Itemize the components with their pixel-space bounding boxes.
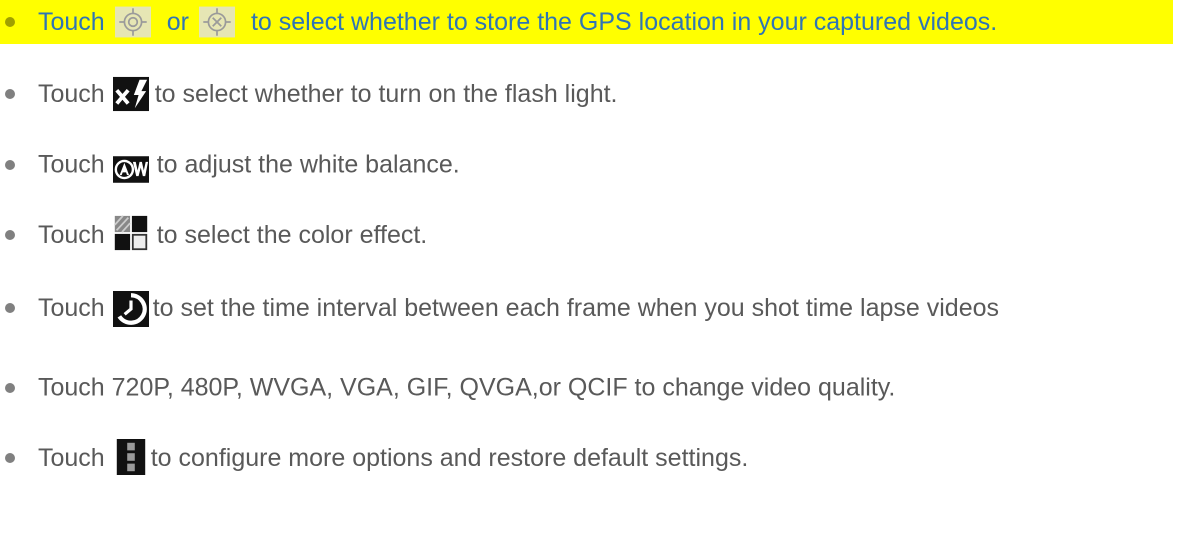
- bullet: [5, 160, 15, 170]
- item-text: to select the color effect.: [156, 220, 428, 249]
- list-item-gps: Touch or to select whether to store the …: [0, 0, 1173, 44]
- touch-label: Touch: [38, 220, 105, 249]
- gps-off-icon: [198, 4, 241, 40]
- settings-instructions-list: Touch or to select whether to store the …: [0, 0, 1179, 537]
- more-options-icon: [113, 439, 145, 477]
- item-text: to configure more options and restore de…: [150, 443, 749, 472]
- flash-off-icon: [112, 76, 151, 112]
- white-balance-auto-icon: [112, 151, 151, 183]
- touch-label: Touch: [38, 293, 105, 322]
- touch-label: Touch: [38, 443, 105, 472]
- touch-label: Touch: [38, 150, 105, 179]
- item-text: Touch 720P, 480P, WVGA, VGA, GIF, QVGA,o…: [38, 373, 896, 402]
- color-effect-icon: [113, 215, 151, 255]
- bullet: [5, 230, 15, 240]
- bullet: [5, 383, 15, 393]
- item-text: to set the time interval between each fr…: [152, 293, 1000, 322]
- or-label: or: [166, 7, 189, 36]
- item-text: to select whether to turn on the flash l…: [154, 79, 618, 108]
- gps-on-icon: [114, 4, 157, 40]
- bullet: [5, 17, 15, 27]
- touch-label: Touch: [38, 7, 105, 36]
- bullet: [5, 303, 15, 313]
- bullet: [5, 89, 15, 99]
- bullet: [5, 453, 15, 463]
- item-text: to select whether to store the GPS locat…: [250, 7, 998, 36]
- touch-label: Touch: [38, 79, 105, 108]
- item-text: to adjust the white balance.: [156, 150, 460, 179]
- time-lapse-icon: [112, 291, 149, 327]
